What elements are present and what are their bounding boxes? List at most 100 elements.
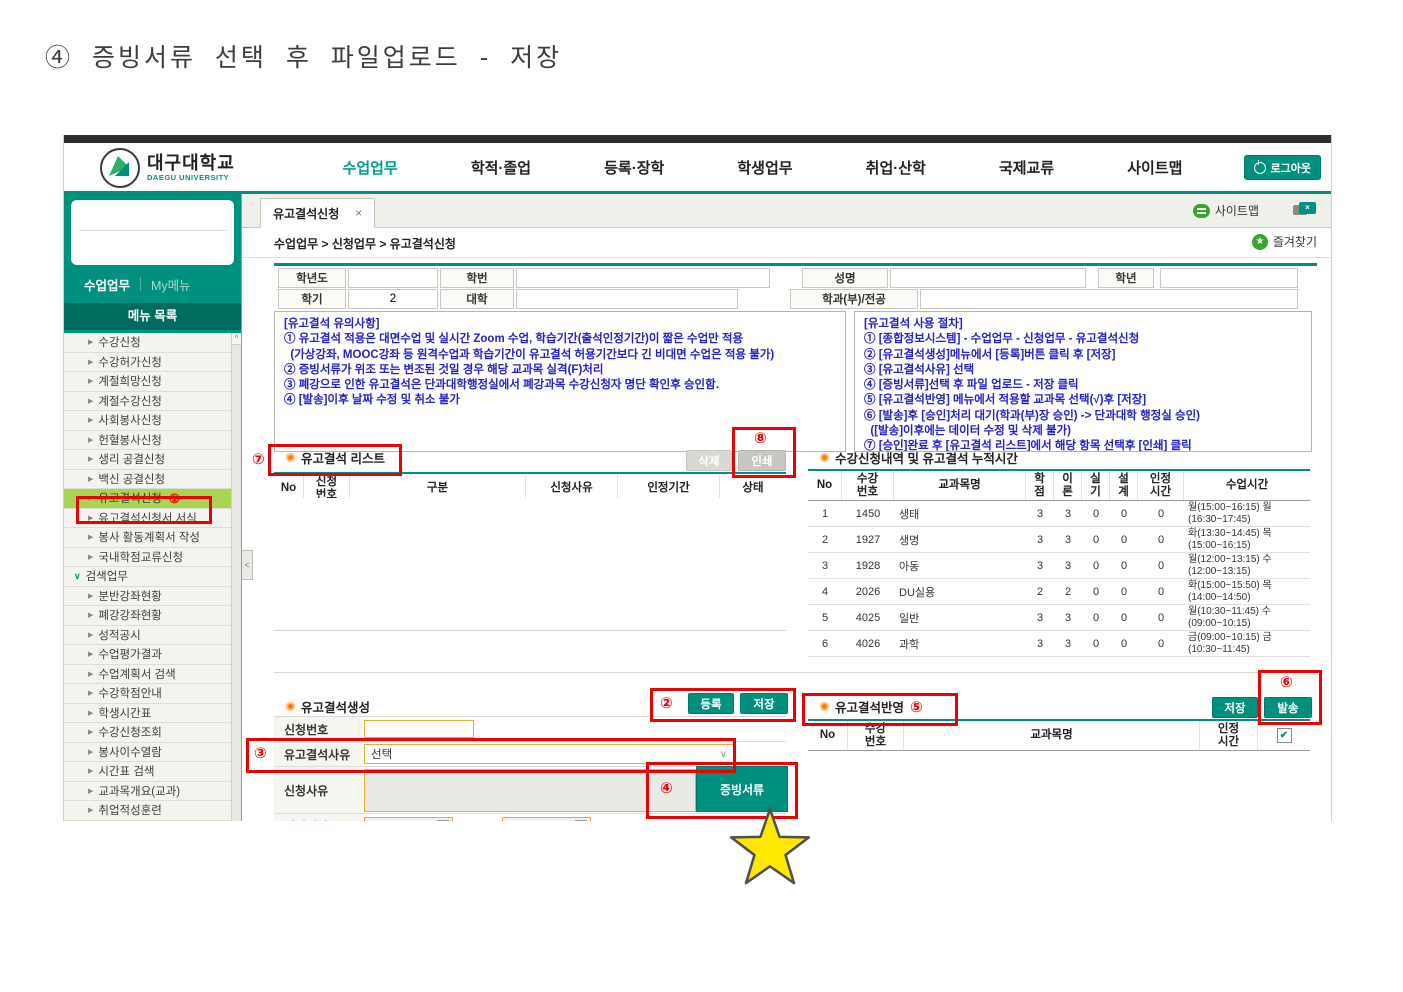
sidebar-item[interactable]: ▶취업적성훈련: [64, 801, 241, 821]
sidebar-item[interactable]: ▶국내학점교류신청: [64, 548, 241, 568]
name-input[interactable]: [891, 268, 1085, 288]
nav-sitemap[interactable]: 사이트맵: [1127, 157, 1182, 178]
tab-absence-apply[interactable]: 유고결석신청 ×: [260, 198, 375, 228]
sidebar-item[interactable]: ▶폐강강좌현황: [64, 606, 241, 626]
sidebar-item[interactable]: ▶수업계획서 검색: [64, 665, 241, 685]
sidebar-item[interactable]: ▶수강신청조회: [64, 723, 241, 743]
student-no-field[interactable]: [516, 268, 770, 288]
sidebar-item[interactable]: ▶수강학점안내: [64, 684, 241, 704]
nav-classes[interactable]: 수업업무: [343, 157, 398, 178]
sitemap-icon: [1193, 204, 1210, 218]
field-label-department: 학과(부)/전공: [790, 289, 918, 309]
scroll-up-icon[interactable]: ^: [232, 333, 241, 345]
calendar-icon[interactable]: [575, 820, 587, 821]
university-logo[interactable]: 대구대학교 DAEGU UNIVERSITY: [100, 148, 235, 188]
department-input[interactable]: [921, 289, 1297, 309]
sidebar-item[interactable]: ▶계절희망신청: [64, 372, 241, 392]
department-field[interactable]: [920, 289, 1298, 309]
semester-field[interactable]: [348, 289, 438, 309]
absence-apply-title: 유고결석반영 ⑤: [820, 697, 923, 716]
attach-documents-button[interactable]: 증빙서류: [696, 766, 788, 812]
university-emblem-icon: [100, 148, 140, 188]
reason-textarea[interactable]: [364, 769, 696, 812]
sidebar: 수업업무 My메뉴 메뉴 목록 ▶수강신청 ▶수강허가신청 ▶계절희망신청 ▶계…: [64, 194, 241, 821]
register-button[interactable]: 등록: [688, 693, 734, 714]
save-button[interactable]: 저장: [740, 693, 788, 714]
arrow-right-icon: ▶: [88, 358, 93, 366]
annotation-4: ④: [660, 779, 673, 797]
sidebar-item[interactable]: ▶수강신청: [64, 333, 241, 353]
arrow-right-icon: ▶: [88, 416, 93, 424]
sidebar-item[interactable]: ▶봉사 활동계획서 작성: [64, 528, 241, 548]
table-row[interactable]: 42026DU실용22000화(15:00~15:50) 목(14:00~14:…: [808, 579, 1310, 605]
nav-student-affairs[interactable]: 학생업무: [737, 157, 792, 178]
table-row[interactable]: 31928아동33000월(12:00~13:15) 수(12:00~13:15…: [808, 553, 1310, 579]
app-window: 대구대학교 DAEGU UNIVERSITY 수업업무 학적·졸업 등록·장학 …: [63, 135, 1332, 821]
arrow-right-icon: ▶: [88, 436, 93, 444]
sidebar-collapse-handle[interactable]: <: [242, 550, 253, 580]
sidebar-scrollbar[interactable]: ^: [231, 333, 241, 821]
sidebar-item[interactable]: ▶계절수강신청: [64, 392, 241, 412]
period-end-field[interactable]: [502, 817, 591, 821]
semester-input[interactable]: [349, 289, 437, 309]
bullet-icon: [820, 702, 829, 711]
arrow-right-icon: ▶: [88, 670, 93, 678]
apply-no-field[interactable]: [364, 720, 474, 738]
grade-input[interactable]: [1161, 268, 1297, 288]
sidebar-section-search[interactable]: ∨검색업무: [64, 567, 241, 587]
sidebar-item[interactable]: ▶봉사이수열람: [64, 743, 241, 763]
year-input[interactable]: [349, 268, 437, 288]
close-icon[interactable]: ×: [355, 206, 362, 220]
sidebar-item[interactable]: ▶사회봉사신청: [64, 411, 241, 431]
sitemap-button[interactable]: 사이트맵: [1193, 202, 1259, 219]
reason-type-row: 유고결석사유 선택 ∨: [274, 741, 786, 767]
chevron-down-icon: ∨: [74, 571, 81, 582]
period-start-field[interactable]: [364, 817, 453, 821]
sidebar-item[interactable]: ▶학생시간표: [64, 704, 241, 724]
page-title: ④ 증빙서류 선택 후 파일업로드 - 저장: [45, 38, 562, 74]
table-row[interactable]: 64026과학33000금(09:00~10:15) 금(10:30~11:45…: [808, 631, 1310, 657]
apply-save-button[interactable]: 저장: [1212, 697, 1258, 718]
send-button[interactable]: 발송: [1264, 697, 1312, 718]
reason-type-select[interactable]: 선택 ∨: [364, 744, 734, 764]
table-row[interactable]: 11450생태33000월(15:00~16:15) 월(16:30~17:45…: [808, 501, 1310, 527]
college-input[interactable]: [517, 289, 737, 309]
field-label-name: 성명: [802, 268, 888, 288]
sidebar-tab-classes[interactable]: 수업업무: [84, 275, 130, 294]
sidebar-item[interactable]: ▶헌혈봉사신청: [64, 431, 241, 451]
name-field[interactable]: [890, 268, 1086, 288]
favorites-button[interactable]: ★ 즐겨찾기: [1252, 233, 1317, 250]
table-row[interactable]: 54025일반33000월(10:30~11:45) 수(09:00~10:15…: [808, 605, 1310, 631]
sidebar-item[interactable]: ▶수강허가신청: [64, 353, 241, 373]
nav-career[interactable]: 취업·산학: [866, 157, 926, 178]
sidebar-item-absence-apply[interactable]: ▶유고결석신청①: [64, 489, 241, 509]
delete-button[interactable]: 삭제: [686, 450, 732, 471]
sidebar-tab-mymenu[interactable]: My메뉴: [151, 275, 191, 294]
nav-international[interactable]: 국제교류: [999, 157, 1054, 178]
college-field[interactable]: [516, 289, 738, 309]
sidebar-item[interactable]: ▶시간표 검색: [64, 762, 241, 782]
sidebar-item[interactable]: ▶백신 공결신청: [64, 470, 241, 490]
sidebar-item[interactable]: ▶교과목개요(교과): [64, 782, 241, 802]
breadcrumb-row: 수업업무 > 신청업무 > 유고결석신청 ★ 즐겨찾기: [242, 227, 1331, 258]
apply-no-input[interactable]: [365, 722, 477, 740]
sidebar-item[interactable]: ▶분반강좌현황: [64, 587, 241, 607]
sidebar-item[interactable]: ▶생리 공결신청: [64, 450, 241, 470]
checkbox-checked-icon[interactable]: ✔: [1277, 728, 1292, 743]
sidebar-item[interactable]: ▶수업평가결과: [64, 645, 241, 665]
grade-field[interactable]: [1160, 268, 1298, 288]
calendar-icon[interactable]: [437, 820, 449, 821]
star-annotation-icon: [722, 808, 818, 888]
sidebar-item[interactable]: ▶유고결석신청서 서식: [64, 509, 241, 529]
print-button[interactable]: 인쇄: [738, 450, 786, 471]
sidebar-item[interactable]: ▶성적공시: [64, 626, 241, 646]
student-no-input[interactable]: [517, 268, 769, 288]
logout-button[interactable]: 로그아웃: [1244, 155, 1321, 180]
nav-registration[interactable]: 등록·장학: [604, 157, 664, 178]
enrollment-header: No 수강 번호 교과목명 학 점 이 론 실 기 설 계 인정 시간 수업시간: [808, 471, 1310, 501]
star-icon: ★: [1252, 234, 1268, 250]
close-all-tabs-icon[interactable]: ×: [1293, 202, 1317, 217]
table-row[interactable]: 21927생명33000화(13:30~14:45) 목(15:00~16:15…: [808, 527, 1310, 553]
year-field[interactable]: [348, 268, 438, 288]
nav-records[interactable]: 학적·졸업: [471, 157, 531, 178]
